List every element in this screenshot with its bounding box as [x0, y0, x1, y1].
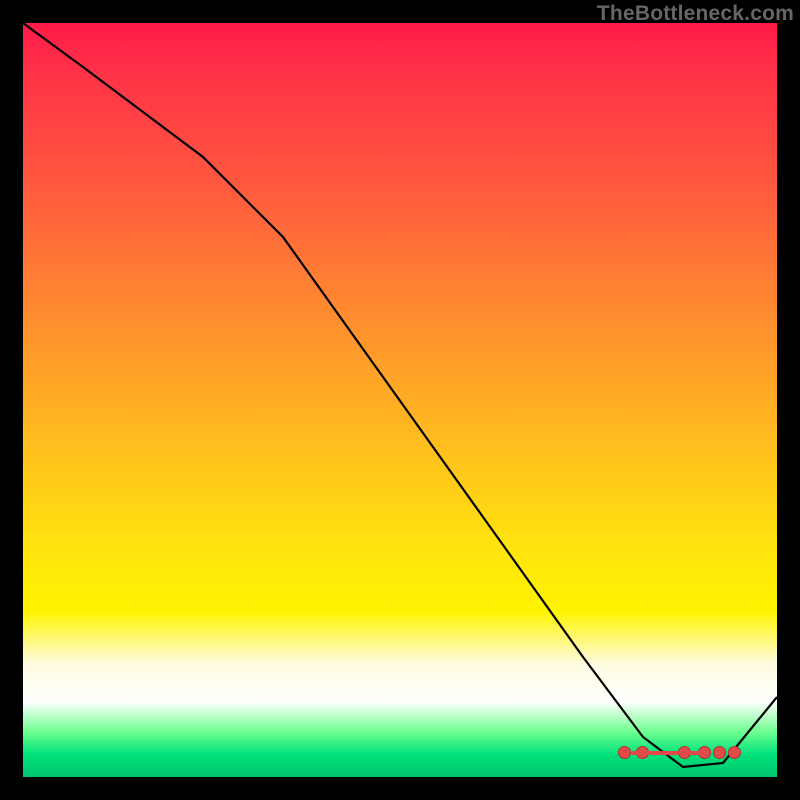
chart-area	[23, 23, 777, 777]
optimal-marker	[713, 746, 726, 759]
bottleneck-curve	[23, 23, 777, 777]
watermark-label: TheBottleneck.com	[597, 2, 794, 26]
optimal-marker	[728, 746, 741, 759]
optimal-dash	[631, 751, 679, 755]
optimal-markers	[23, 735, 777, 765]
optimal-marker	[618, 746, 631, 759]
optimal-dash	[688, 751, 708, 755]
